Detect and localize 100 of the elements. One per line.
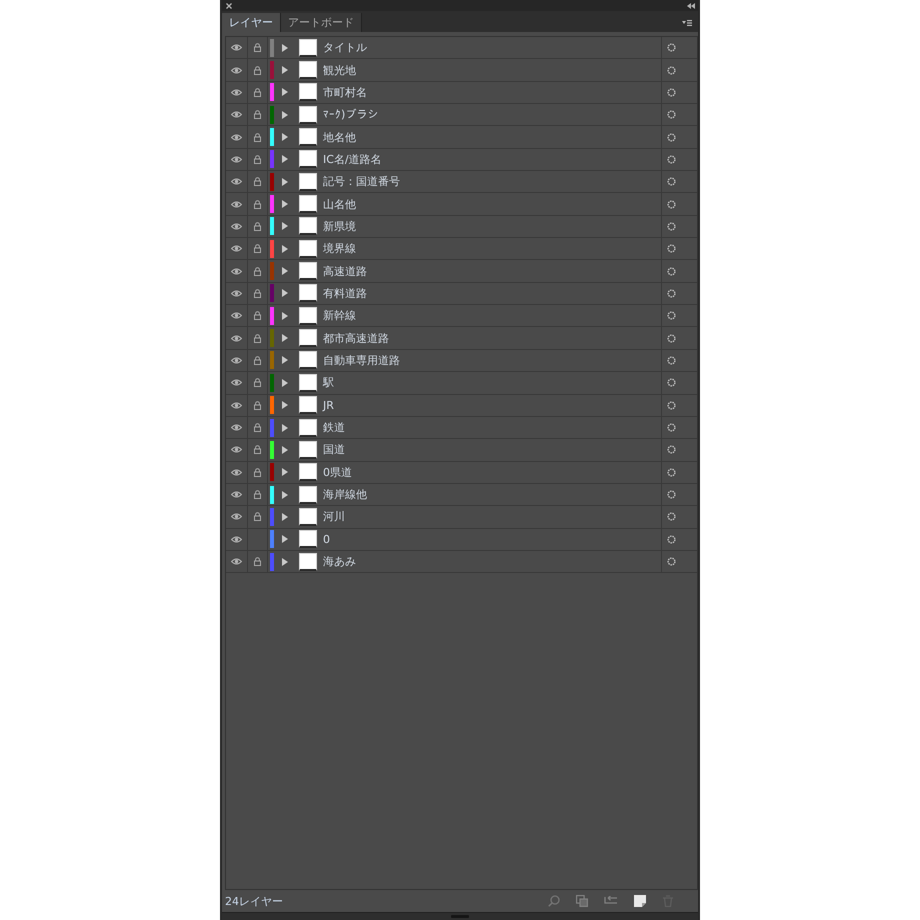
layer-row[interactable]: 駅 — [226, 372, 697, 394]
layer-row[interactable]: 記号：国道番号 — [226, 171, 697, 194]
expand-triangle-icon[interactable] — [282, 535, 288, 544]
eye-icon[interactable] — [231, 134, 242, 141]
target-circle-icon[interactable] — [667, 177, 676, 186]
target-circle-icon[interactable] — [667, 222, 676, 231]
eye-icon[interactable] — [231, 379, 242, 386]
eye-icon[interactable] — [231, 290, 242, 297]
expand-triangle-icon[interactable] — [282, 490, 288, 499]
expand-triangle-icon[interactable] — [282, 155, 288, 164]
layer-row[interactable]: 山名他 — [226, 193, 697, 216]
target-circle-icon[interactable] — [667, 490, 676, 500]
eye-icon[interactable] — [231, 200, 242, 208]
collapse-arrows-icon[interactable] — [687, 2, 695, 8]
expand-triangle-icon[interactable] — [282, 468, 288, 476]
layer-row[interactable]: タイトル — [226, 37, 697, 60]
target-circle-icon[interactable] — [667, 557, 676, 566]
expand-triangle-icon[interactable] — [282, 66, 288, 74]
expand-triangle-icon[interactable] — [282, 312, 288, 320]
layer-row[interactable]: 0県道 — [226, 462, 697, 484]
panel-tab[interactable]: アートボード — [281, 13, 362, 32]
layer-row[interactable]: IC名/道路名 — [226, 148, 697, 172]
panel-tab[interactable]: レイヤー — [222, 13, 281, 32]
layer-row[interactable]: 高速道路 — [226, 260, 697, 283]
layer-row[interactable]: 海あみ — [226, 550, 697, 574]
layer-row[interactable]: 自動車専用道路 — [226, 350, 697, 372]
target-circle-icon[interactable] — [667, 356, 676, 365]
layer-row[interactable]: 都市高速道路 — [226, 327, 697, 350]
eye-icon[interactable] — [231, 268, 242, 275]
layer-row[interactable]: 0 — [226, 528, 697, 551]
layer-row[interactable]: 海岸線他 — [226, 484, 697, 506]
eye-icon[interactable] — [231, 178, 242, 186]
lock-icon[interactable] — [254, 110, 261, 120]
lock-icon[interactable] — [254, 288, 261, 298]
target-circle-icon[interactable] — [667, 400, 676, 410]
lock-icon[interactable] — [254, 132, 261, 142]
eye-icon[interactable] — [231, 424, 242, 432]
expand-triangle-icon[interactable] — [282, 401, 288, 410]
layer-row[interactable]: 観光地 — [226, 59, 697, 82]
eye-icon[interactable] — [231, 156, 242, 163]
expand-triangle-icon[interactable] — [282, 110, 288, 119]
new-page-icon[interactable] — [634, 895, 646, 907]
expand-triangle-icon[interactable] — [282, 222, 288, 230]
layer-row[interactable]: ﾏｰｸ)ブラシ — [226, 104, 697, 126]
lock-icon[interactable] — [254, 200, 261, 209]
eye-icon[interactable] — [231, 536, 242, 543]
eye-icon[interactable] — [231, 491, 242, 498]
expand-triangle-icon[interactable] — [282, 558, 288, 566]
expand-triangle-icon[interactable] — [282, 267, 288, 276]
layer-row[interactable]: 国道 — [226, 439, 697, 462]
expand-triangle-icon[interactable] — [282, 446, 288, 454]
target-circle-icon[interactable] — [667, 288, 676, 298]
target-circle-icon[interactable] — [667, 66, 676, 75]
eye-icon[interactable] — [231, 44, 242, 52]
layer-row[interactable]: 地名他 — [226, 126, 697, 149]
close-icon[interactable] — [226, 2, 232, 8]
layer-row[interactable]: 市町村名 — [226, 82, 697, 104]
eye-icon[interactable] — [231, 334, 242, 342]
expand-triangle-icon[interactable] — [282, 424, 288, 432]
layer-row[interactable]: 境界線 — [226, 238, 697, 260]
expand-triangle-icon[interactable] — [282, 378, 288, 387]
lock-icon[interactable] — [254, 423, 261, 432]
eye-icon[interactable] — [231, 356, 242, 364]
eye-icon[interactable] — [231, 245, 242, 252]
target-circle-icon[interactable] — [667, 266, 676, 276]
target-circle-icon[interactable] — [667, 200, 676, 209]
expand-triangle-icon[interactable] — [282, 44, 288, 52]
expand-triangle-icon[interactable] — [282, 356, 288, 364]
lock-icon[interactable] — [254, 88, 261, 97]
lock-icon[interactable] — [254, 490, 261, 500]
target-circle-icon[interactable] — [667, 468, 676, 477]
target-circle-icon[interactable] — [667, 512, 676, 522]
lock-icon[interactable] — [254, 154, 261, 164]
target-circle-icon[interactable] — [667, 534, 676, 544]
layer-row[interactable]: 有料道路 — [226, 282, 697, 306]
lock-icon[interactable] — [254, 66, 261, 75]
target-circle-icon[interactable] — [667, 423, 676, 432]
lock-icon[interactable] — [254, 244, 261, 254]
lock-icon[interactable] — [254, 378, 261, 388]
eye-icon[interactable] — [231, 468, 242, 476]
expand-triangle-icon[interactable] — [282, 178, 288, 186]
expand-triangle-icon[interactable] — [282, 133, 288, 142]
target-circle-icon[interactable] — [667, 244, 676, 254]
eye-icon[interactable] — [231, 558, 242, 566]
expand-triangle-icon[interactable] — [282, 88, 288, 96]
eye-icon[interactable] — [231, 513, 242, 520]
target-circle-icon[interactable] — [667, 445, 676, 454]
expand-triangle-icon[interactable] — [282, 334, 288, 342]
eye-icon[interactable] — [231, 88, 242, 96]
lock-icon[interactable] — [254, 311, 261, 320]
eye-icon[interactable] — [231, 66, 242, 74]
layer-row[interactable]: 新県境 — [226, 216, 697, 238]
lock-icon[interactable] — [254, 356, 261, 365]
lock-icon[interactable] — [254, 512, 261, 522]
lock-icon[interactable] — [254, 222, 261, 231]
lock-icon[interactable] — [254, 468, 261, 477]
layer-row[interactable]: 鉄道 — [226, 416, 697, 440]
layer-row[interactable]: JR — [226, 394, 697, 417]
target-circle-icon[interactable] — [667, 154, 676, 164]
target-circle-icon[interactable] — [667, 311, 676, 320]
